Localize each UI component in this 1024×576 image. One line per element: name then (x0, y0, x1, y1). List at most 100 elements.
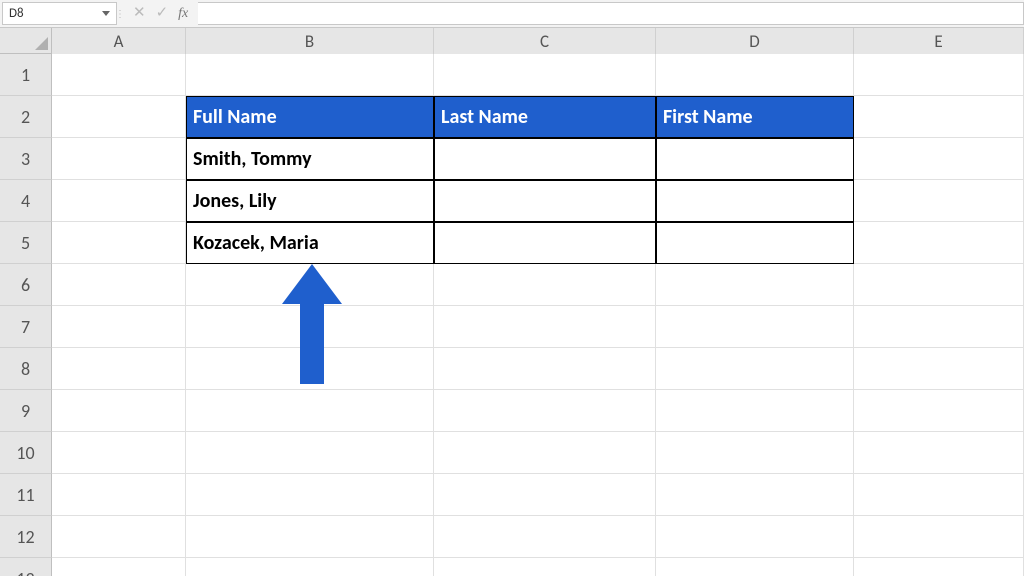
cell-D13[interactable] (656, 558, 854, 576)
cell-D1[interactable] (656, 54, 854, 96)
name-box[interactable]: D8 (2, 2, 117, 25)
row-header-2[interactable]: 2 (0, 96, 52, 138)
cell-A7[interactable] (52, 306, 186, 348)
cell-D5[interactable] (656, 222, 854, 264)
cell-C3[interactable] (434, 138, 656, 180)
cell-E12[interactable] (854, 516, 1024, 558)
cell-D8[interactable] (656, 348, 854, 390)
formula-bar-buttons: ✕ ✓ fx (123, 0, 198, 27)
cell-B7[interactable] (186, 306, 434, 348)
row-header-13[interactable]: 13 (0, 558, 52, 576)
row-9: 9 (0, 390, 1024, 432)
col-header-E[interactable]: E (854, 28, 1024, 54)
row-header-1[interactable]: 1 (0, 54, 52, 96)
cell-E10[interactable] (854, 432, 1024, 474)
cell-E4[interactable] (854, 180, 1024, 222)
cell-E5[interactable] (854, 222, 1024, 264)
cell-E7[interactable] (854, 306, 1024, 348)
cell-C12[interactable] (434, 516, 656, 558)
row-header-9[interactable]: 9 (0, 390, 52, 432)
row-4: 4 Jones, Lily (0, 180, 1024, 222)
cell-A6[interactable] (52, 264, 186, 306)
cell-E1[interactable] (854, 54, 1024, 96)
col-header-D[interactable]: D (656, 28, 854, 54)
row-7: 7 (0, 306, 1024, 348)
cell-E11[interactable] (854, 474, 1024, 516)
cancel-icon: ✕ (133, 6, 146, 21)
row-header-4[interactable]: 4 (0, 180, 52, 222)
cell-B6[interactable] (186, 264, 434, 306)
cell-C2[interactable]: Last Name (434, 96, 656, 138)
cell-A9[interactable] (52, 390, 186, 432)
cell-B12[interactable] (186, 516, 434, 558)
cell-A13[interactable] (52, 558, 186, 576)
col-header-A[interactable]: A (52, 28, 186, 54)
cell-D4[interactable] (656, 180, 854, 222)
cell-C6[interactable] (434, 264, 656, 306)
cell-C13[interactable] (434, 558, 656, 576)
formula-input[interactable] (198, 2, 1024, 25)
row-2: 2 Full Name Last Name First Name (0, 96, 1024, 138)
cell-A5[interactable] (52, 222, 186, 264)
cell-E13[interactable] (854, 558, 1024, 576)
cell-A4[interactable] (52, 180, 186, 222)
cell-B2[interactable]: Full Name (186, 96, 434, 138)
cell-C5[interactable] (434, 222, 656, 264)
cell-D10[interactable] (656, 432, 854, 474)
col-header-B[interactable]: B (186, 28, 434, 54)
cell-D9[interactable] (656, 390, 854, 432)
cell-C9[interactable] (434, 390, 656, 432)
cell-A11[interactable] (52, 474, 186, 516)
cell-D6[interactable] (656, 264, 854, 306)
cell-B3[interactable]: Smith, Tommy (186, 138, 434, 180)
cell-E2[interactable] (854, 96, 1024, 138)
cell-A8[interactable] (52, 348, 186, 390)
column-headers: A B C D E (0, 28, 1024, 54)
cell-C8[interactable] (434, 348, 656, 390)
row-header-11[interactable]: 11 (0, 474, 52, 516)
row-header-3[interactable]: 3 (0, 138, 52, 180)
name-box-dropdown-icon[interactable] (102, 11, 110, 16)
cell-A2[interactable] (52, 96, 186, 138)
cell-B1[interactable] (186, 54, 434, 96)
cell-C11[interactable] (434, 474, 656, 516)
cell-C10[interactable] (434, 432, 656, 474)
cell-D3[interactable] (656, 138, 854, 180)
row-6: 6 (0, 264, 1024, 306)
cell-A1[interactable] (52, 54, 186, 96)
row-header-8[interactable]: 8 (0, 348, 52, 390)
cell-D12[interactable] (656, 516, 854, 558)
cell-B10[interactable] (186, 432, 434, 474)
cell-B5[interactable]: Kozacek, Maria (186, 222, 434, 264)
select-all-corner[interactable] (0, 28, 52, 54)
cell-B13[interactable] (186, 558, 434, 576)
col-header-C[interactable]: C (434, 28, 656, 54)
cell-B11[interactable] (186, 474, 434, 516)
cell-C7[interactable] (434, 306, 656, 348)
row-13: 13 (0, 558, 1024, 576)
cell-B8[interactable] (186, 348, 434, 390)
cell-E6[interactable] (854, 264, 1024, 306)
fx-icon[interactable]: fx (178, 7, 188, 21)
row-header-10[interactable]: 10 (0, 432, 52, 474)
cell-B9[interactable] (186, 390, 434, 432)
row-header-12[interactable]: 12 (0, 516, 52, 558)
cell-A3[interactable] (52, 138, 186, 180)
cell-E8[interactable] (854, 348, 1024, 390)
cell-E9[interactable] (854, 390, 1024, 432)
row-12: 12 (0, 516, 1024, 558)
cell-C1[interactable] (434, 54, 656, 96)
cell-A12[interactable] (52, 516, 186, 558)
cell-D2[interactable]: First Name (656, 96, 854, 138)
row-header-6[interactable]: 6 (0, 264, 52, 306)
row-header-5[interactable]: 5 (0, 222, 52, 264)
cell-D11[interactable] (656, 474, 854, 516)
cell-C4[interactable] (434, 180, 656, 222)
cell-D7[interactable] (656, 306, 854, 348)
enter-icon: ✓ (156, 6, 169, 21)
cell-E3[interactable] (854, 138, 1024, 180)
row-header-7[interactable]: 7 (0, 306, 52, 348)
cell-A10[interactable] (52, 432, 186, 474)
row-1: 1 (0, 54, 1024, 96)
cell-B4[interactable]: Jones, Lily (186, 180, 434, 222)
